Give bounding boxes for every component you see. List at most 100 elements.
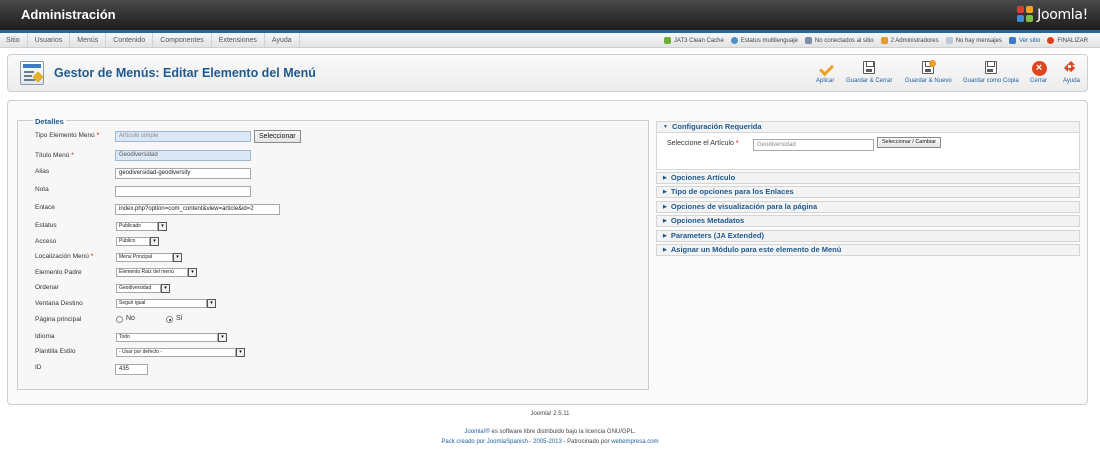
visitors-status: No conectados al sitio xyxy=(804,37,874,44)
multilang-label: Estatus multilenguaje xyxy=(740,37,798,44)
footer-license: Joomla!® es software libre distribuido b… xyxy=(0,429,1100,435)
joomla-mark-icon xyxy=(1017,6,1035,24)
joomlaspanish-link[interactable]: Pack creado por JoomlaSpanish - 2005-201… xyxy=(441,439,561,445)
clean-cache-link[interactable]: JAT3 Clean Cache xyxy=(663,37,724,44)
localizacion-select[interactable]: Menu Principal ▾ xyxy=(116,253,182,262)
estatus-select[interactable]: Publicado ▾ xyxy=(116,222,167,231)
enlace-field[interactable]: index.php?option=com_content&view=articl… xyxy=(115,204,280,215)
mail-icon xyxy=(945,37,953,44)
chevron-down-icon: ▾ xyxy=(218,333,227,342)
menu-edit-icon xyxy=(20,61,44,85)
panel-opciones-articulo[interactable]: ▶ Opciones Artículo xyxy=(656,172,1080,184)
ordenar-select[interactable]: Geodiversidad ▾ xyxy=(116,284,170,293)
menu-item-contenido[interactable]: Contenido xyxy=(106,33,154,48)
menu-item-usuarios[interactable]: Usuarios xyxy=(28,33,71,48)
visitors-label: No conectados al sitio xyxy=(814,37,874,44)
required-config-header[interactable]: ▼ Configuración Requerida xyxy=(656,121,1080,133)
license-text: es software libre distribuido bajo la li… xyxy=(489,429,636,435)
joomla-wordmark: Joomla! xyxy=(1037,7,1088,23)
select-change-button[interactable]: Seleccionar / Cambiar xyxy=(877,137,942,148)
select-type-button[interactable]: Seleccionar xyxy=(254,130,301,143)
pagina-no-radio[interactable] xyxy=(116,316,123,323)
messages-status[interactable]: No hay mensajes xyxy=(945,37,1002,44)
status-bar: JAT3 Clean Cache Estatus multilenguaje N… xyxy=(663,33,1088,48)
save-copy-label: Guardar como Copia xyxy=(963,78,1019,84)
menu-item-componentes[interactable]: Componentes xyxy=(153,33,212,48)
ventana-label: Ventana Destino xyxy=(35,300,83,307)
details-legend: Detalles xyxy=(33,117,66,126)
view-site-link[interactable]: Ver sitio xyxy=(1008,37,1041,44)
logout-icon xyxy=(1047,37,1055,44)
panel-opciones-metadatos[interactable]: ▶ Opciones Metadatos xyxy=(656,215,1080,227)
admins-label: 2 Administradores xyxy=(890,37,939,44)
acceso-label: Acceso xyxy=(35,238,57,245)
menu-item-ayuda[interactable]: Ayuda xyxy=(265,33,300,48)
apply-button[interactable]: Aplicar xyxy=(816,61,834,89)
chevron-down-icon: ▾ xyxy=(173,253,182,262)
view-site-label: Ver sitio xyxy=(1018,37,1041,44)
save-copy-button[interactable]: Guardar como Copia xyxy=(963,61,1019,89)
menu-item-menus[interactable]: Menús xyxy=(70,33,107,48)
panel-opciones-visualizacion[interactable]: ▶ Opciones de visualización para la págin… xyxy=(656,201,1080,213)
idioma-select[interactable]: Todo ▾ xyxy=(116,333,227,342)
help-label: Ayuda xyxy=(1063,78,1080,84)
ventana-select[interactable]: Seguir igual ▾ xyxy=(116,299,216,308)
joomla-link[interactable]: Joomla!® xyxy=(464,429,489,435)
save-close-button[interactable]: Guardar & Cerrar xyxy=(846,61,892,89)
close-button[interactable]: × Cerrar xyxy=(1030,61,1047,89)
sponsor-text: - Patrocinado por xyxy=(561,439,612,445)
triangle-right-icon: ▶ xyxy=(663,189,667,195)
nota-field[interactable] xyxy=(115,186,251,197)
panel-asignar-modulo[interactable]: ▶ Asignar un Módulo para este elemento de… xyxy=(656,244,1080,256)
clean-cache-label: JAT3 Clean Cache xyxy=(673,37,724,44)
nota-label: Nota xyxy=(35,186,49,193)
apply-label: Aplicar xyxy=(816,78,835,84)
alias-field[interactable]: geodiversidad-geodiversity xyxy=(115,168,251,179)
admin-title: Administración xyxy=(21,7,116,22)
panel-opciones-enlaces[interactable]: ▶ Tipo de opciones para los Enlaces xyxy=(656,186,1080,198)
id-label: ID xyxy=(35,364,42,371)
footer-version: Joomla! 2.5.11 xyxy=(530,411,570,417)
help-icon xyxy=(1064,61,1079,76)
menu-item-sitio[interactable]: Sitio xyxy=(0,33,28,48)
admins-status: 2 Administradores xyxy=(880,37,939,44)
monitor-icon xyxy=(1008,37,1016,44)
webempresa-link[interactable]: webempresa.com xyxy=(611,439,658,445)
localizacion-label: Localización Menú * xyxy=(35,253,94,260)
main-menu: Sitio Usuarios Menús Contenido Component… xyxy=(0,33,300,48)
padre-select[interactable]: Elemento Raíz del menú ▾ xyxy=(116,268,197,277)
globe-icon xyxy=(730,37,738,44)
help-button[interactable]: Ayuda xyxy=(1063,61,1080,89)
tipo-field[interactable]: Artículo simple xyxy=(115,131,251,142)
padre-label: Elemento Padre xyxy=(35,269,82,276)
triangle-right-icon: ▶ xyxy=(663,247,667,253)
multilang-status[interactable]: Estatus multilenguaje xyxy=(730,37,798,44)
page-title: Gestor de Menús: Editar Elemento del Men… xyxy=(54,66,316,80)
admin-header: Administración Joomla! xyxy=(0,0,1100,30)
plantilla-label: Plantilla Estilo xyxy=(35,348,76,355)
enlace-label: Enlace xyxy=(35,204,55,211)
acceso-select[interactable]: Público ▾ xyxy=(116,237,159,246)
estatus-label: Estatus xyxy=(35,222,57,229)
triangle-right-icon: ▶ xyxy=(663,233,667,239)
logout-label: FINALIZAR xyxy=(1057,37,1088,44)
users-icon xyxy=(804,37,812,44)
plantilla-select[interactable]: - Usar por defecto - ▾ xyxy=(116,348,245,357)
triangle-right-icon: ▶ xyxy=(663,204,667,210)
checkmark-icon xyxy=(818,61,832,75)
pagina-no-label: No xyxy=(126,315,135,322)
joomla-logo[interactable]: Joomla! xyxy=(1017,5,1088,25)
article-label: Seleccione el Artículo * xyxy=(667,140,739,147)
save-new-button[interactable]: Guardar & Nuevo xyxy=(905,60,952,89)
panel-parameters-ja[interactable]: ▶ Parameters (JA Extended) xyxy=(656,230,1080,242)
menu-bar: Sitio Usuarios Menús Contenido Component… xyxy=(0,33,1100,48)
alias-label: Alias xyxy=(35,168,50,175)
titulo-field[interactable]: Geodiversidad xyxy=(115,150,251,161)
menu-item-extensiones[interactable]: Extensiones xyxy=(212,33,265,48)
pagina-si-radio[interactable] xyxy=(166,316,173,323)
clean-cache-icon xyxy=(663,37,671,44)
save-copy-icon xyxy=(984,61,997,74)
article-field[interactable]: Geodiversidad xyxy=(753,139,874,151)
save-new-label: Guardar & Nuevo xyxy=(905,78,952,84)
logout-link[interactable]: FINALIZAR xyxy=(1047,37,1088,44)
